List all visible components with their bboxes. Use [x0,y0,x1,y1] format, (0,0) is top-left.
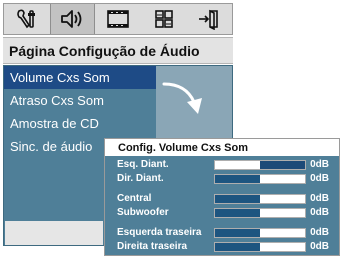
volume-value: 0dB [310,241,329,252]
speaker-label: Dir. Diant. [117,173,164,184]
volume-value: 0dB [310,173,329,184]
preferences-grid-icon [154,10,173,28]
audio-setup-screen: Página Configução de Áudio Volume Cxs So… [0,0,343,261]
menu-item-speaker-volume[interactable]: Volume Cxs Som [4,66,156,89]
speaker-label: Subwoofer [117,207,169,218]
tab-preferences[interactable] [141,4,187,34]
speaker-label: Esquerda traseira [117,227,202,238]
speaker-volume-list: Esq. Diant. 0dB Dir. Diant. 0dB Central … [105,156,339,255]
tab-audio[interactable] [49,4,96,34]
audio-speaker-icon [61,10,82,28]
speaker-row-front-left[interactable]: Esq. Diant. 0dB [105,158,339,172]
volume-slider[interactable] [214,228,306,238]
speaker-row-rear-right[interactable]: Direita traseira 0dB [105,240,339,254]
volume-value: 0dB [310,207,329,218]
volume-value: 0dB [310,193,329,204]
speaker-volume-title: Config. Volume Cxs Som [118,142,248,154]
menu-tab-bar [3,3,233,35]
speaker-row-center[interactable]: Central 0dB [105,192,339,206]
system-settings-icon [16,9,35,29]
volume-slider[interactable] [214,160,306,170]
volume-slider-fill [215,175,260,183]
volume-slider-fill [215,209,260,217]
volume-slider-fill [260,161,305,169]
menu-footer-strip [5,221,103,245]
volume-value: 0dB [310,159,329,170]
volume-slider-fill [215,229,260,237]
page-title: Página Configução de Áudio [3,37,233,64]
volume-slider-fill [215,243,260,251]
volume-value: 0dB [310,227,329,238]
menu-item-cd-upsampling[interactable]: Amostra de CD [4,112,156,135]
speaker-row-front-right[interactable]: Dir. Diant. 0dB [105,172,339,186]
speaker-label: Central [117,193,152,204]
video-film-icon [107,10,129,28]
volume-slider-fill [215,195,260,203]
exit-door-icon [199,9,218,30]
speaker-label: Direita traseira [117,241,188,252]
menu-item-speaker-delay[interactable]: Atraso Cxs Som [4,89,156,112]
tab-exit[interactable] [186,4,232,34]
volume-slider[interactable] [214,208,306,218]
speaker-volume-panel: Config. Volume Cxs Som Esq. Diant. 0dB D… [104,138,340,256]
volume-slider[interactable] [214,174,306,184]
volume-slider[interactable] [214,242,306,252]
speaker-row-subwoofer[interactable]: Subwoofer 0dB [105,206,339,220]
speaker-label: Esq. Diant. [117,159,169,170]
speaker-row-rear-left[interactable]: Esquerda traseira 0dB [105,226,339,240]
curved-arrow-icon [162,82,202,114]
volume-slider[interactable] [214,194,306,204]
tab-video[interactable] [95,4,141,34]
tab-system[interactable] [4,4,50,34]
